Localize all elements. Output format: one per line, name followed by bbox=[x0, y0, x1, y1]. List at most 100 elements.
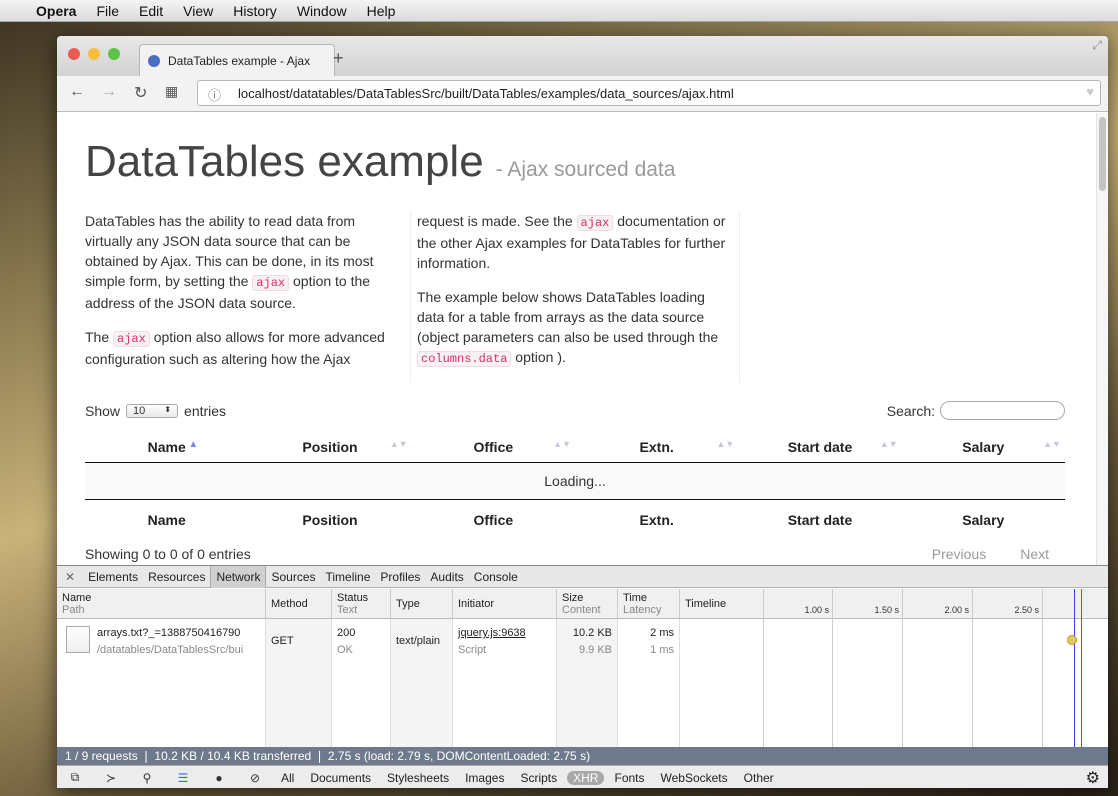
footer-name: Name bbox=[147, 512, 186, 528]
column-header-position[interactable]: Position ▲▼ bbox=[248, 439, 411, 455]
menu-file[interactable]: File bbox=[96, 3, 119, 19]
header-initiator[interactable]: Initiator bbox=[453, 589, 557, 619]
browser-tab[interactable]: DataTables example - Ajax bbox=[139, 44, 335, 76]
close-button[interactable] bbox=[68, 48, 80, 60]
filter-websockets[interactable]: WebSockets bbox=[661, 771, 728, 785]
filter-all[interactable]: All bbox=[281, 771, 294, 785]
page-title: DataTables example - Ajax sourced data bbox=[85, 137, 675, 187]
request-timing-bar[interactable] bbox=[1067, 635, 1077, 645]
settings-gear-icon[interactable]: ⚙ bbox=[1086, 768, 1100, 788]
page-content: DataTables example - Ajax sourced data Da… bbox=[57, 113, 1096, 565]
network-status-bar: 1 / 9 requests ❘ 10.2 KB / 10.4 KB trans… bbox=[57, 747, 1108, 765]
header-time[interactable]: Time Latency bbox=[618, 589, 680, 619]
menu-history[interactable]: History bbox=[233, 3, 277, 19]
menu-app[interactable]: Opera bbox=[36, 3, 76, 19]
previous-button[interactable]: Previous bbox=[932, 546, 986, 562]
back-icon[interactable]: ← bbox=[69, 83, 85, 101]
heart-icon[interactable]: ♥ bbox=[1086, 84, 1094, 99]
tab-timeline[interactable]: Timeline bbox=[321, 566, 376, 588]
column-header-start-date[interactable]: Start date ▲▼ bbox=[738, 439, 901, 455]
search-label: Search: bbox=[886, 402, 935, 419]
request-initiator: jquery.js:9638 Script bbox=[453, 619, 557, 747]
header-method[interactable]: Method bbox=[266, 589, 332, 619]
large-rows-icon[interactable]: ☰ bbox=[173, 771, 193, 785]
menu-help[interactable]: Help bbox=[367, 3, 396, 19]
intro-column-1: DataTables has the ability to read data … bbox=[85, 211, 395, 383]
filter-stylesheets[interactable]: Stylesheets bbox=[387, 771, 449, 785]
sort-asc-icon: ▲ bbox=[188, 438, 199, 450]
table-header: Name ▲ Position ▲▼ Office ▲▼ Extn. ▲▼ Start … bbox=[85, 431, 1065, 463]
footer-office: Office bbox=[473, 512, 514, 528]
site-info-icon[interactable]: ⓘ bbox=[208, 85, 221, 104]
data-table: Name ▲ Position ▲▼ Office ▲▼ Extn. ▲▼ Start … bbox=[85, 431, 1065, 562]
timeline-ticks: 1.00 s 1.50 s 2.00 s 2.50 s bbox=[763, 589, 1108, 747]
header-name[interactable]: Name Path bbox=[57, 589, 266, 619]
address-bar[interactable]: ⓘ localhost/datatables/DataTablesSrc/bui… bbox=[197, 80, 1101, 106]
speed-dial-icon[interactable]: ▦ bbox=[165, 83, 178, 100]
search-icon[interactable]: ⚲ bbox=[137, 771, 157, 785]
tab-network[interactable]: Network bbox=[210, 565, 267, 588]
table-controls: Show 10 ⬍ entries Search: bbox=[85, 401, 1065, 420]
menu-view[interactable]: View bbox=[183, 3, 213, 19]
entries-select[interactable]: 10 ⬍ bbox=[126, 403, 179, 418]
reload-icon[interactable]: ↻ bbox=[134, 83, 147, 103]
filter-documents[interactable]: Documents bbox=[310, 771, 371, 785]
request-status: 200 OK bbox=[332, 619, 391, 747]
tab-profiles[interactable]: Profiles bbox=[375, 566, 425, 588]
ajax-link[interactable]: ajax bbox=[252, 275, 290, 291]
tab-elements[interactable]: Elements bbox=[83, 566, 143, 588]
minimize-button[interactable] bbox=[88, 48, 100, 60]
network-filter-bar: ⧉ ≻ ⚲ ☰ ● ⊘ All Documents Stylesheets Im… bbox=[57, 765, 1108, 788]
page-scrollbar[interactable] bbox=[1096, 113, 1108, 565]
ajax-link[interactable]: ajax bbox=[576, 215, 614, 231]
menu-window[interactable]: Window bbox=[297, 3, 347, 19]
header-status[interactable]: Status Text bbox=[332, 589, 391, 619]
dom-content-loaded-line bbox=[1074, 589, 1075, 747]
sort-icon: ▲▼ bbox=[879, 438, 898, 449]
close-devtools-icon[interactable]: ✕ bbox=[57, 570, 83, 584]
sort-icon: ▲▼ bbox=[553, 438, 571, 449]
paragraph: The ajax option also allows for more adv… bbox=[85, 329, 385, 367]
tab-sources[interactable]: Sources bbox=[266, 566, 320, 588]
filter-xhr[interactable]: XHR bbox=[567, 770, 605, 785]
search-input[interactable] bbox=[940, 401, 1065, 420]
column-header-name[interactable]: Name ▲ bbox=[85, 439, 248, 455]
header-type[interactable]: Type bbox=[391, 589, 453, 619]
footer-salary: Salary bbox=[962, 512, 1005, 528]
filter-fonts[interactable]: Fonts bbox=[614, 771, 644, 785]
filter-images[interactable]: Images bbox=[465, 771, 504, 785]
ajax-link[interactable]: ajax bbox=[113, 331, 150, 347]
tick: 1.00 s bbox=[763, 589, 833, 747]
filter-scripts[interactable]: Scripts bbox=[520, 771, 557, 785]
header-size[interactable]: Size Content bbox=[557, 589, 618, 619]
column-header-office[interactable]: Office ▲▼ bbox=[412, 439, 575, 455]
sort-icon: ▲▼ bbox=[389, 438, 408, 449]
globe-icon bbox=[148, 54, 160, 67]
zoom-button[interactable] bbox=[108, 48, 120, 60]
column-header-salary[interactable]: Salary ▲▼ bbox=[902, 439, 1065, 455]
record-icon[interactable]: ● bbox=[209, 771, 229, 785]
request-name-cell[interactable]: arrays.txt?_=1388750416790/datatables/Da… bbox=[57, 619, 266, 747]
fullscreen-icon[interactable]: ⤢ bbox=[1092, 38, 1102, 53]
tab-resources[interactable]: Resources bbox=[143, 566, 210, 588]
dock-icon[interactable]: ⧉ bbox=[65, 770, 85, 785]
tab-audits[interactable]: Audits bbox=[425, 566, 468, 588]
devtools-panel: ✕ Elements Resources Network Sources Tim… bbox=[57, 565, 1108, 788]
menu-edit[interactable]: Edit bbox=[139, 3, 163, 19]
paragraph: The example below shows DataTables loadi… bbox=[417, 289, 719, 367]
column-header-extn[interactable]: Extn. ▲▼ bbox=[575, 439, 738, 455]
columns-data-link[interactable]: columns.data bbox=[417, 351, 512, 367]
next-button[interactable]: Next bbox=[1020, 546, 1049, 562]
filter-other[interactable]: Other bbox=[744, 771, 774, 785]
new-tab-icon[interactable]: + bbox=[333, 48, 344, 69]
clear-icon[interactable]: ⊘ bbox=[245, 771, 265, 785]
request-type: text/plain bbox=[391, 619, 453, 747]
footer-extn: Extn. bbox=[639, 512, 674, 528]
paragraph: DataTables has the ability to read data … bbox=[85, 213, 374, 311]
console-drawer-icon[interactable]: ≻ bbox=[101, 771, 121, 785]
initiator-link[interactable]: jquery.js:9638 bbox=[458, 627, 526, 639]
forward-icon[interactable]: → bbox=[101, 83, 117, 101]
tab-console[interactable]: Console bbox=[469, 566, 523, 588]
request-size: 10.2 KB 9.9 KB bbox=[557, 619, 618, 747]
table-info-row: Showing 0 to 0 of 0 entries Previous Nex… bbox=[85, 546, 1065, 562]
